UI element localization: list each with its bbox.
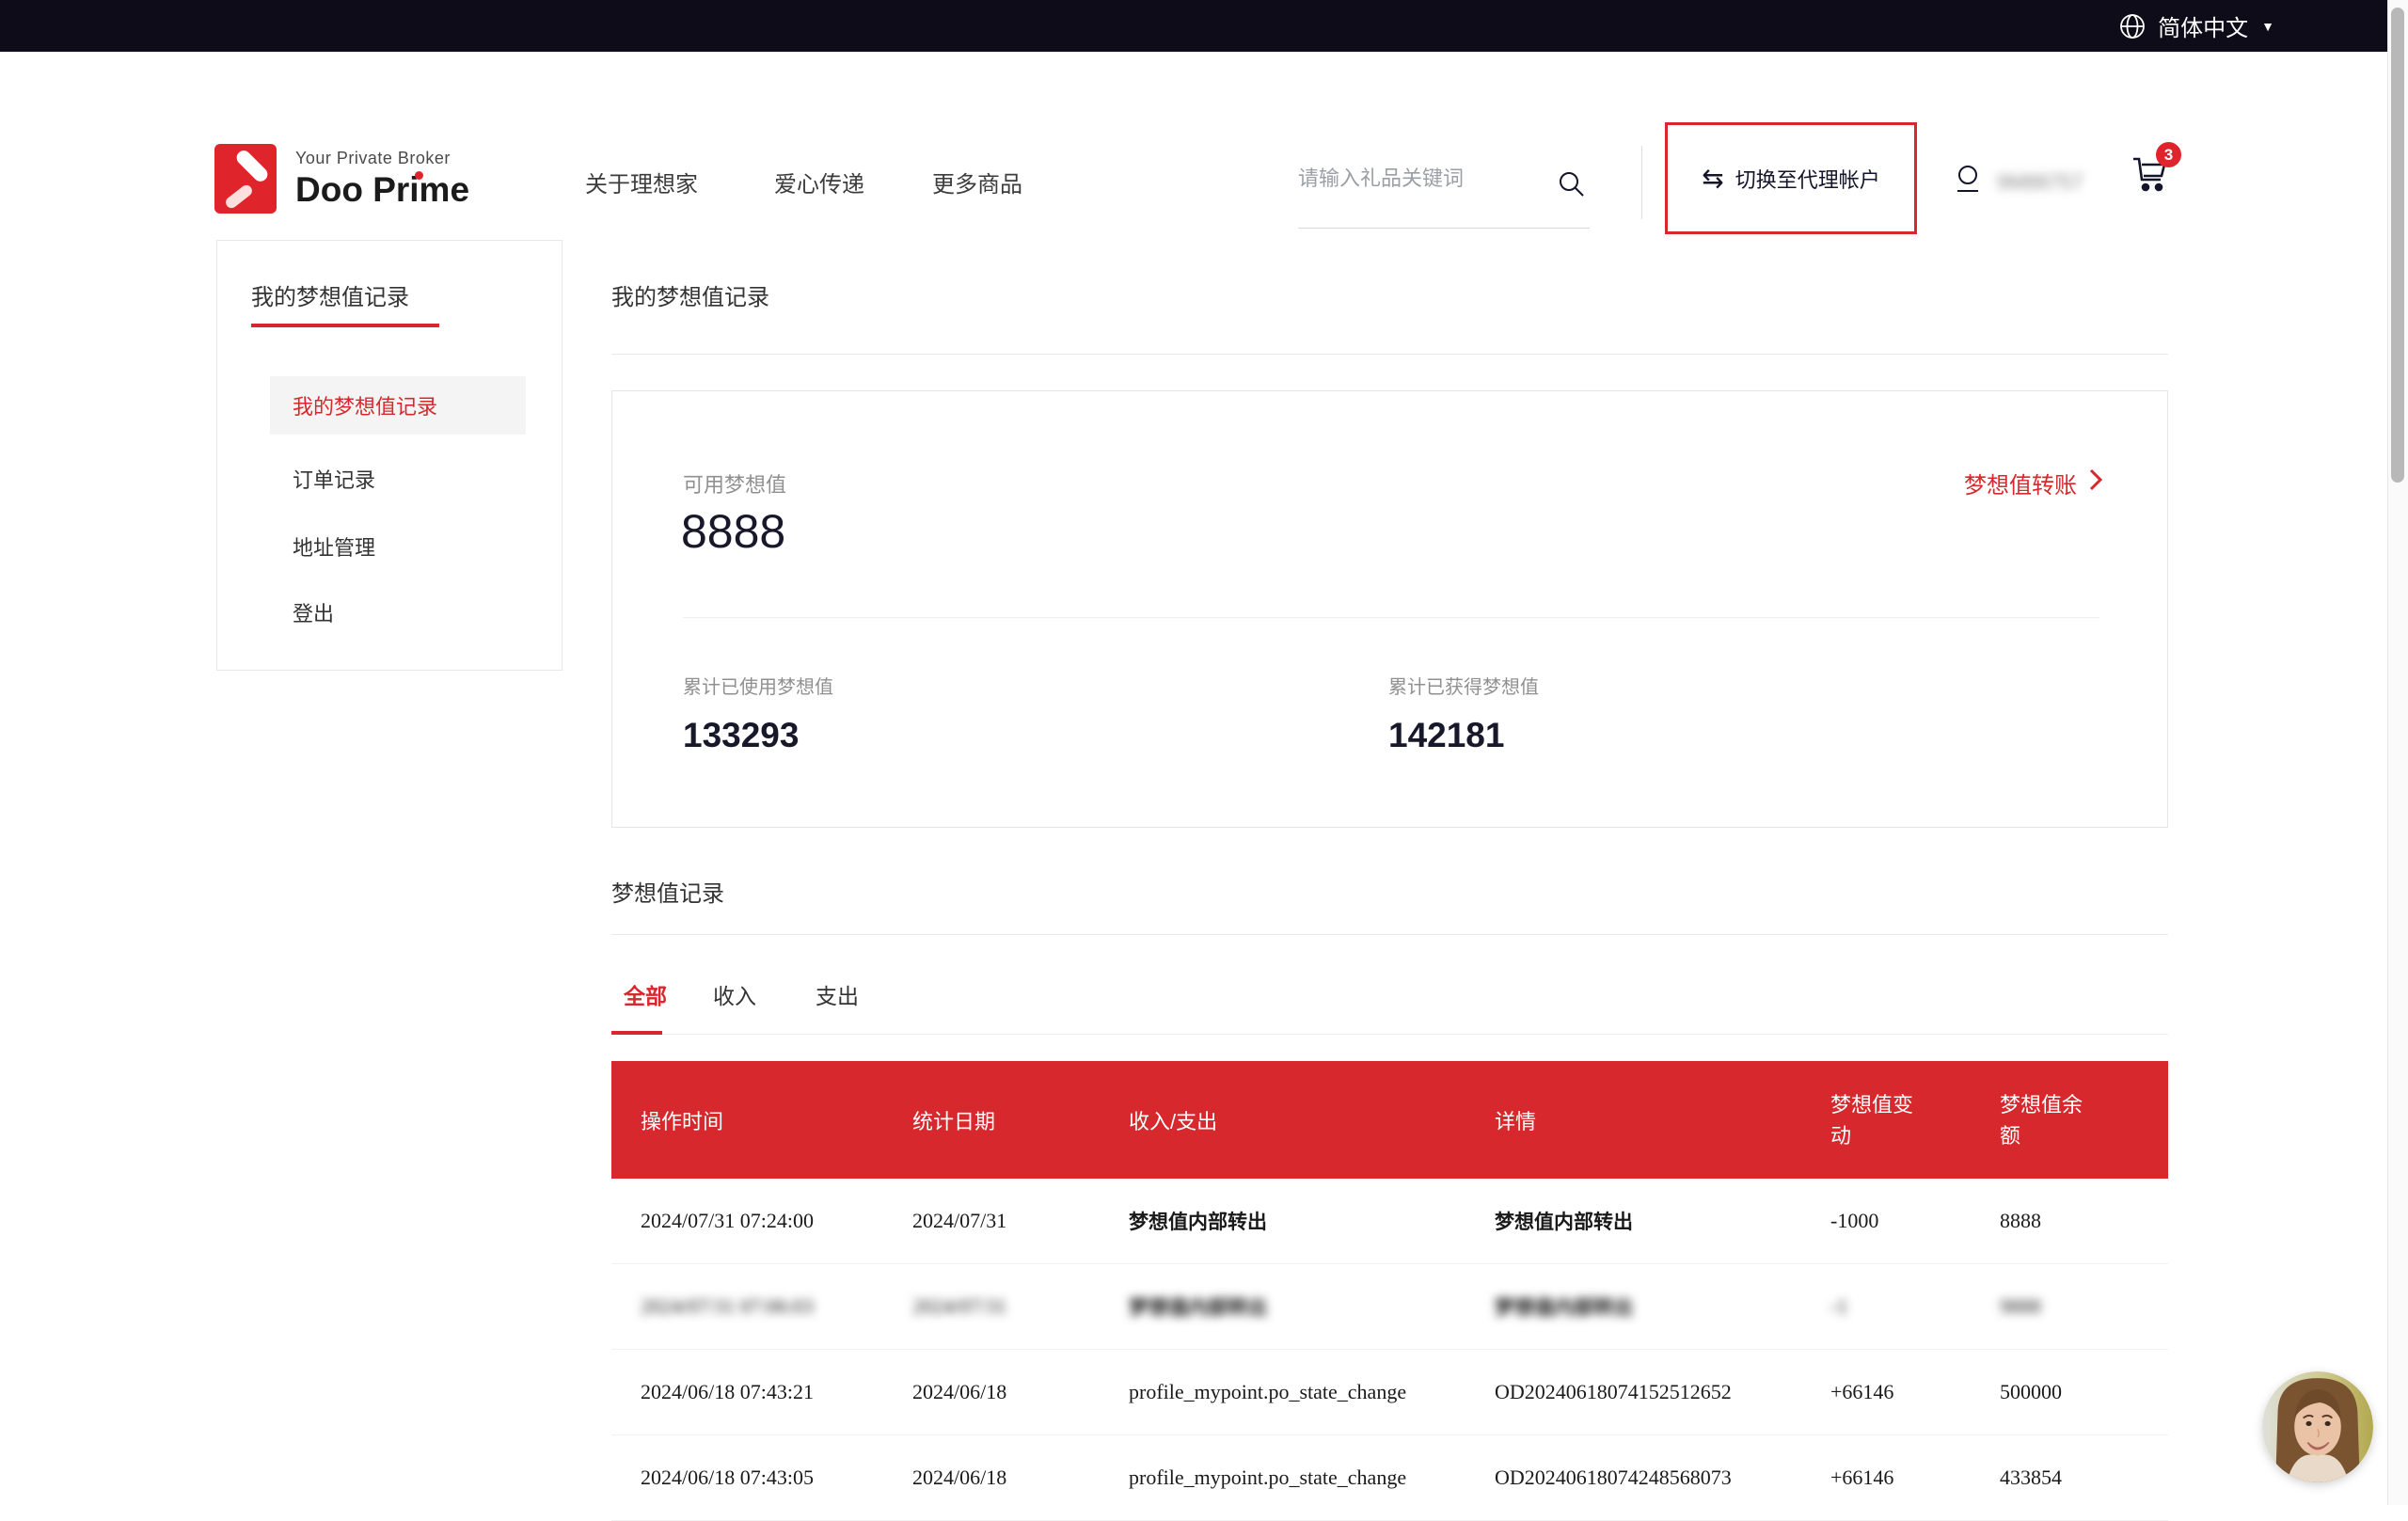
earned-points-label: 累计已获得梦想值	[1388, 672, 1539, 699]
col-header-detail: 详情	[1495, 1105, 1830, 1135]
sidebar-item-address-management[interactable]: 地址管理	[270, 517, 526, 576]
cell-stat-date: 2024/07/31	[912, 1209, 1006, 1232]
cell-stat-date: 2024/06/18	[912, 1380, 1006, 1403]
cell-operation-time: 2024/07/31 07:06:03	[641, 1294, 814, 1318]
sidebar-item-logout[interactable]: 登出	[270, 583, 526, 642]
support-avatar-widget[interactable]	[2262, 1371, 2373, 1482]
col-header-operation-time: 操作时间	[611, 1105, 912, 1135]
earned-points-value: 142181	[1388, 716, 1539, 755]
cell-operation-time: 2024/07/31 07:24:00	[641, 1209, 814, 1232]
points-transfer-link[interactable]: 梦想值转账	[1964, 467, 2105, 499]
available-points-label: 可用梦想值	[683, 468, 786, 499]
account-sidebar: 我的梦想值记录 我的梦想值记录 订单记录 地址管理 登出	[216, 240, 562, 671]
sidebar-title-underline	[251, 324, 439, 327]
tab-expense[interactable]: 支出	[816, 978, 859, 1010]
cell-points-change: -1	[1830, 1294, 1847, 1318]
cell-points-balance: 9888	[2000, 1294, 2041, 1318]
used-points-label: 累计已使用梦想值	[683, 672, 833, 699]
cell-operation-time: 2024/06/18 07:43:21	[641, 1380, 814, 1403]
logo-brand-name: Doo Prime	[295, 170, 469, 210]
nav-item-about[interactable]: 关于理想家	[585, 166, 698, 198]
logo-tagline: Your Private Broker	[295, 149, 469, 168]
scrollbar-track	[2387, 0, 2408, 1505]
tabs-baseline	[611, 1034, 2168, 1035]
cell-income-expense: 梦想值内部转出	[1129, 1212, 1267, 1233]
search-input[interactable]	[1298, 166, 1533, 191]
swap-arrows-icon: ⇆	[1702, 166, 1723, 192]
records-table: 操作时间 统计日期 收入/支出 详情 梦想值变动 梦想值余额 2024/07/3…	[611, 1061, 2168, 1521]
used-points-value: 133293	[683, 716, 833, 755]
language-selector[interactable]: 简体中文 ▼	[2118, 0, 2274, 52]
cart-icon	[2130, 182, 2173, 198]
search-icon[interactable]	[1556, 168, 1586, 203]
col-header-points-change: 梦想值变动	[1830, 1089, 2000, 1151]
cell-stat-date: 2024/06/18	[912, 1466, 1006, 1489]
chevron-right-icon	[2086, 467, 2105, 499]
cell-detail: 梦想值内部转出	[1495, 1212, 1633, 1233]
available-points-value: 8888	[681, 504, 785, 559]
table-header-row: 操作时间 统计日期 收入/支出 详情 梦想值变动 梦想值余额	[611, 1061, 2168, 1179]
card-divider	[683, 617, 2099, 618]
sidebar-item-order-history[interactable]: 订单记录	[270, 450, 526, 508]
cell-points-change: +66146	[1830, 1466, 1893, 1489]
cell-detail: 梦想值内部转出	[1495, 1297, 1633, 1319]
table-row-blurred: 2024/07/31 07:06:03 2024/07/31 梦想值内部转出 梦…	[611, 1264, 2168, 1350]
user-icon	[1952, 163, 1984, 201]
cell-points-change: -1000	[1830, 1209, 1878, 1232]
cell-income-expense: profile_mypoint.po_state_change	[1129, 1380, 1406, 1403]
col-header-stat-date: 统计日期	[912, 1105, 1129, 1135]
header-divider	[1641, 146, 1642, 219]
top-utility-bar: 简体中文 ▼	[0, 0, 2387, 52]
brand-i-dot	[415, 171, 423, 180]
sidebar-title: 我的梦想值记录	[251, 278, 409, 311]
globe-icon	[2118, 12, 2147, 40]
cell-operation-time: 2024/06/18 07:43:05	[641, 1466, 814, 1489]
avatar-photo	[2262, 1371, 2373, 1482]
tab-all[interactable]: 全部	[624, 978, 667, 1010]
table-row: 2024/07/31 07:24:00 2024/07/31 梦想值内部转出 梦…	[611, 1179, 2168, 1264]
cell-stat-date: 2024/07/31	[912, 1294, 1006, 1318]
gift-search	[1298, 153, 1590, 229]
page-title: 我的梦想值记录	[611, 278, 769, 311]
chevron-down-icon: ▼	[2261, 19, 2274, 34]
active-tab-underline	[611, 1031, 662, 1035]
cell-points-change: +66146	[1830, 1380, 1893, 1403]
logo-mark-icon	[214, 144, 277, 214]
switch-to-agent-account-button[interactable]: ⇆ 切换至代理帐户	[1665, 122, 1917, 234]
cell-income-expense: profile_mypoint.po_state_change	[1129, 1466, 1406, 1489]
cell-income-expense: 梦想值内部转出	[1129, 1297, 1267, 1319]
nav-item-charity[interactable]: 爱心传递	[774, 166, 864, 198]
language-label: 简体中文	[2158, 9, 2248, 42]
earned-points-stat: 累计已获得梦想值 142181	[1388, 672, 1539, 755]
records-section-title: 梦想值记录	[611, 875, 724, 908]
cell-points-balance: 500000	[2000, 1380, 2062, 1403]
cart-button[interactable]: 3	[2130, 151, 2173, 199]
cell-detail: OD20240618074248568073	[1495, 1466, 1732, 1489]
cell-points-balance: 8888	[2000, 1209, 2041, 1232]
records-tabs: 全部 收入 支出	[611, 978, 2168, 1035]
table-row: 2024/06/18 07:43:21 2024/06/18 profile_m…	[611, 1350, 2168, 1435]
tab-income[interactable]: 收入	[713, 978, 756, 1010]
col-header-points-balance: 梦想值余额	[2000, 1089, 2168, 1151]
sidebar-item-my-dream-points[interactable]: 我的梦想值记录	[270, 376, 526, 435]
table-row: 2024/06/18 07:43:05 2024/06/18 profile_m…	[611, 1435, 2168, 1521]
title-divider	[611, 354, 2168, 355]
scrollbar-thumb[interactable]	[2391, 8, 2404, 483]
nav-item-more-products[interactable]: 更多商品	[932, 166, 1022, 198]
cell-detail: OD20240618074152512652	[1495, 1380, 1732, 1403]
doo-prime-logo[interactable]: Your Private Broker Doo Prime	[214, 144, 469, 214]
cell-points-balance: 433854	[2000, 1466, 2062, 1489]
site-header: Your Private Broker Doo Prime 关于理想家 爱心传递…	[0, 52, 2387, 202]
used-points-stat: 累计已使用梦想值 133293	[683, 672, 833, 755]
records-section-divider	[611, 934, 2168, 935]
dream-points-summary-card: 可用梦想值 8888 梦想值转账 累计已使用梦想值 133293 累计已获得梦想…	[611, 390, 2168, 828]
cart-count-badge: 3	[2156, 142, 2181, 167]
username-masked: 9M88757	[1997, 170, 2083, 195]
col-header-income-expense: 收入/支出	[1129, 1105, 1495, 1135]
account-menu[interactable]: 9M88757	[1952, 163, 2083, 201]
